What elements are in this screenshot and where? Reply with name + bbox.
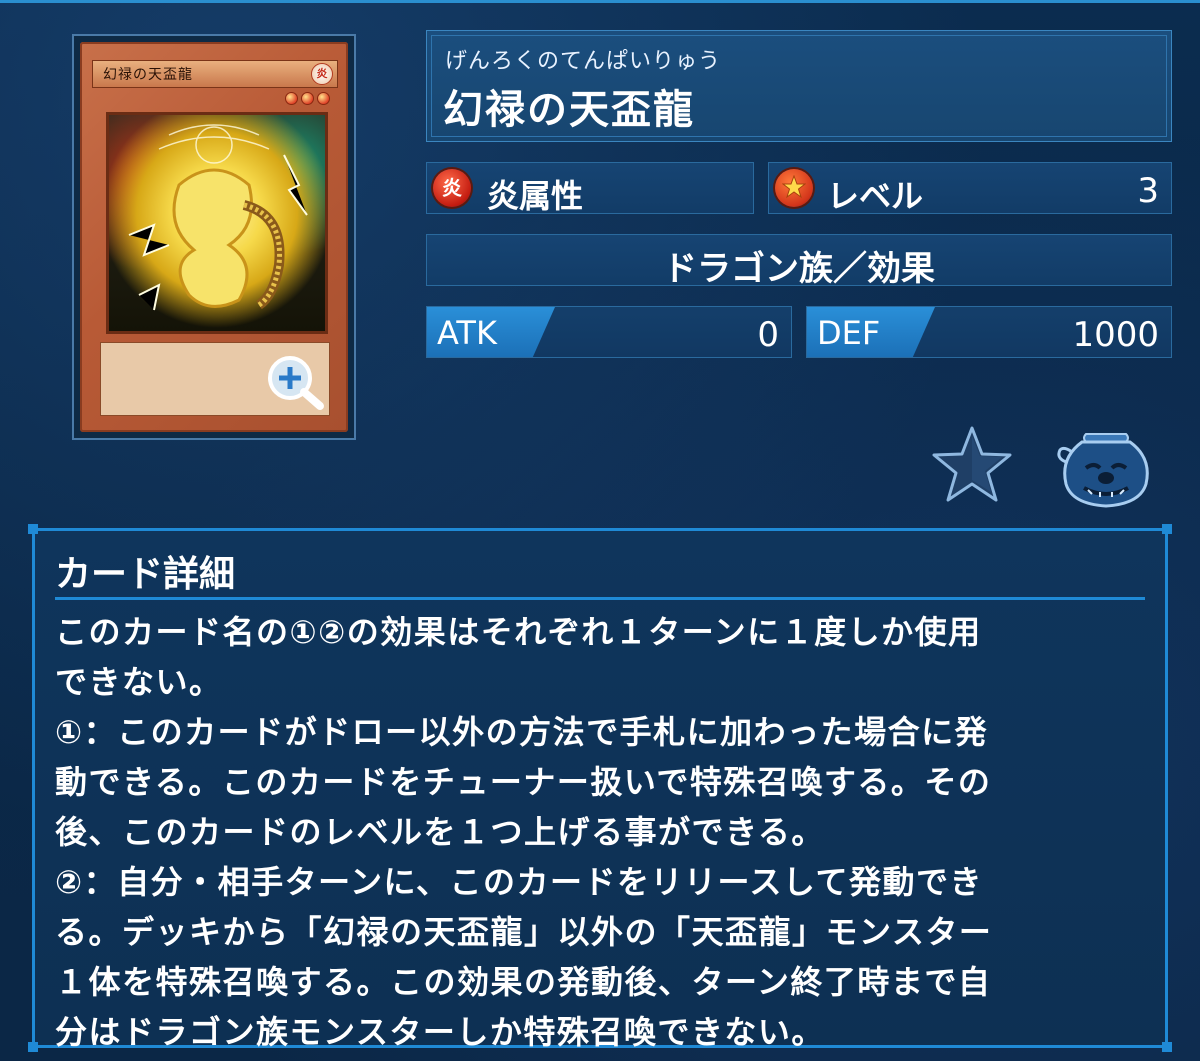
level-star-icon [775, 169, 813, 207]
card-face-level-stars [285, 92, 330, 105]
panel-corner [28, 524, 38, 534]
card-effect-text: このカード名の①②の効果はそれぞれ１ターンに１度しか使用 できない。 ①：このカ… [55, 613, 993, 1051]
card-face-attribute-icon: 炎 [311, 63, 333, 85]
card-face-star-icon [301, 92, 314, 105]
top-border [0, 0, 1200, 3]
fire-attribute-icon: 炎 [433, 169, 471, 207]
atk-row: ATK 0 [426, 306, 792, 358]
card-name-ruby: げんろくのてんぱいりゅう [445, 49, 722, 74]
atk-value: 0 [757, 315, 779, 355]
def-label: DEF [817, 314, 881, 352]
panel-corner [1162, 524, 1172, 534]
card-face-star-icon [317, 92, 330, 105]
def-row: DEF 1000 [806, 306, 1172, 358]
level-row: レベル 3 [768, 162, 1172, 215]
dragon-artwork-icon [128, 124, 308, 311]
card-name: 幻禄の天盃龍 [443, 87, 695, 133]
def-value: 1000 [1072, 315, 1159, 355]
attribute-row: 炎 炎属性 [426, 162, 754, 215]
type-row: ドラゴン族／効果 [426, 234, 1172, 289]
fire-attribute-glyph: 炎 [442, 176, 462, 200]
details-divider [55, 597, 1145, 600]
level-value: 3 [1137, 171, 1159, 211]
atk-tag: ATK [427, 307, 555, 357]
card-face-name: 幻禄の天盃龍 [103, 67, 193, 83]
attribute-label: 炎属性 [487, 177, 584, 215]
panel-corner [1162, 1042, 1172, 1052]
card-name-panel: げんろくのてんぱいりゅう 幻禄の天盃龍 [426, 30, 1172, 142]
zoom-in-icon[interactable] [264, 352, 328, 412]
atk-label: ATK [437, 314, 497, 352]
card-face-star-icon [285, 92, 298, 105]
panel-corner [28, 1042, 38, 1052]
pot-of-greed-icon[interactable] [1056, 428, 1156, 508]
card-face-name-bar: 幻禄の天盃龍 炎 [92, 60, 338, 88]
card-image-frame: 幻禄の天盃龍 炎 [72, 34, 356, 440]
details-heading: カード詳細 [55, 554, 236, 595]
monster-type: ドラゴン族／効果 [663, 249, 935, 289]
card-details-panel: カード詳細 このカード名の①②の効果はそれぞれ１ターンに１度しか使用 できない。… [28, 524, 1172, 1052]
def-tag: DEF [807, 307, 935, 357]
level-label: レベル [827, 177, 924, 215]
card-artwork [106, 112, 328, 334]
star-icon[interactable] [930, 424, 1014, 504]
